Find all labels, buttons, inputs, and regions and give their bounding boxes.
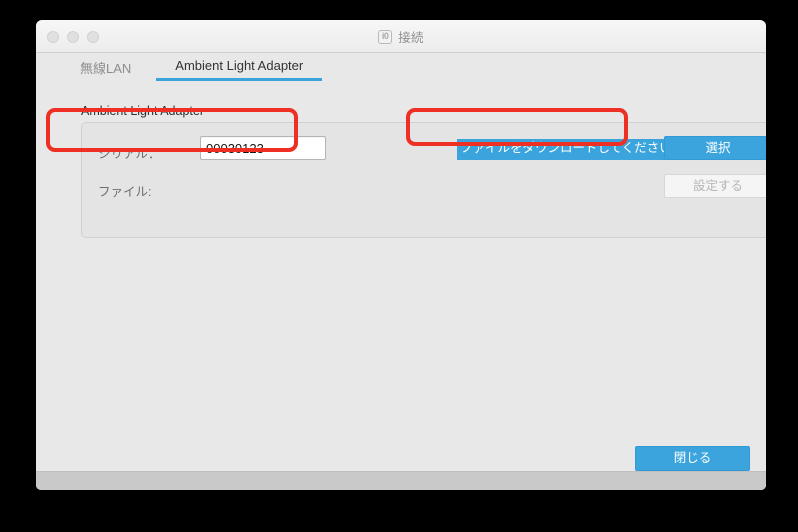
- tab-wireless-lan[interactable]: 無線LAN: [58, 53, 153, 81]
- app-window-icon: i0: [378, 29, 393, 44]
- close-dialog-button-label: 閉じる: [673, 451, 712, 465]
- apply-button: 設定する: [664, 174, 766, 198]
- app-window: i0 接続 無線LAN Ambient Light Adapter Ambien…: [36, 20, 766, 490]
- serial-label: シリアル：: [98, 147, 161, 161]
- serial-row: シリアル： ファイルをダウンロードしてください 選択: [82, 135, 766, 167]
- title-bar-center: i0 接続: [36, 20, 766, 53]
- window-body: 無線LAN Ambient Light Adapter Ambient Ligh…: [36, 53, 766, 490]
- serial-input[interactable]: [200, 136, 326, 160]
- window-footer: [36, 471, 766, 490]
- tab-ambient-light-adapter[interactable]: Ambient Light Adapter: [153, 53, 325, 81]
- title-bar[interactable]: i0 接続: [36, 20, 766, 53]
- window-title: 接続: [398, 31, 424, 45]
- select-button[interactable]: 選択: [664, 136, 766, 160]
- file-label: ファイル:: [98, 185, 152, 199]
- adapter-settings-group: シリアル： ファイルをダウンロードしてください 選択 ファイル: 設定する: [81, 122, 766, 238]
- tab-bar: 無線LAN Ambient Light Adapter: [36, 53, 766, 85]
- tab-ambient-light-adapter-label: Ambient Light Adapter: [175, 58, 304, 73]
- select-button-label: 選択: [705, 141, 731, 155]
- file-row: ファイル: 設定する: [82, 173, 766, 205]
- close-dialog-button[interactable]: 閉じる: [635, 446, 750, 471]
- tab-wireless-lan-label: 無線LAN: [80, 61, 132, 76]
- section-title: Ambient Light Adapter: [81, 104, 204, 118]
- apply-button-label: 設定する: [692, 179, 743, 193]
- download-message: ファイルをダウンロードしてください: [457, 139, 675, 160]
